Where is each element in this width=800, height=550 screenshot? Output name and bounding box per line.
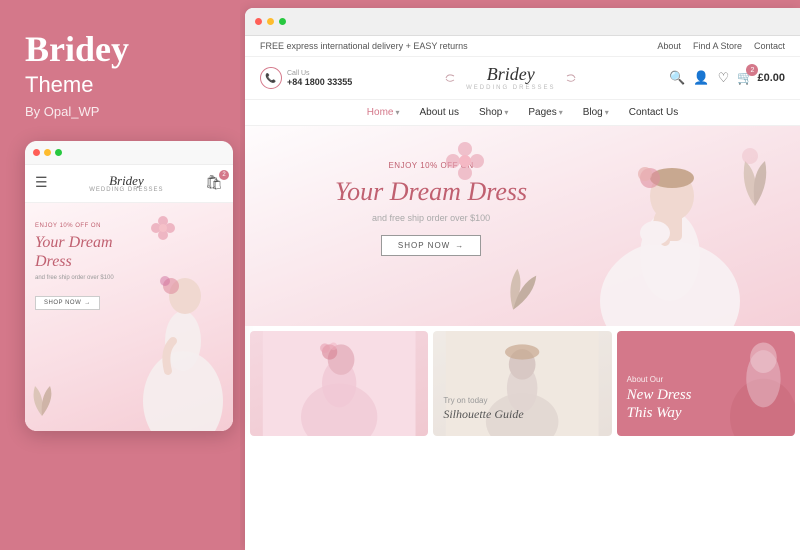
hero-floral-right: [730, 146, 780, 211]
mobile-logo: Bridey: [89, 174, 163, 187]
nav-pages-chevron: ▾: [559, 108, 563, 117]
mobile-hero-sub: and free ship order over $100: [35, 275, 114, 281]
hero-title: Your Dream Dress: [335, 176, 527, 207]
phone-number: +84 1800 33355: [287, 77, 352, 87]
hero-tag: ENJOY 10% OFF ON: [335, 161, 527, 170]
browser-dot-red: [255, 18, 262, 25]
card-2-overlay: Try on today Silhouette Guide: [443, 396, 523, 422]
search-icon[interactable]: 🔍: [669, 70, 685, 86]
left-panel: Bridey Theme By Opal_WP ☰ Bridey WEDDING…: [0, 0, 240, 550]
flower-deco-1: [148, 213, 178, 248]
logo-with-wings: Bridey WEDDING DRESSES: [445, 65, 576, 91]
account-icon[interactable]: 👤: [693, 70, 709, 86]
nav-blog-label: Blog: [583, 107, 603, 118]
phone-info: Call Us +84 1800 33355: [287, 70, 352, 87]
mobile-logo-sub: WEDDING DRESSES: [89, 187, 163, 193]
store-logo-text: Bridey WEDDING DRESSES: [466, 65, 555, 91]
mobile-shop-button[interactable]: SHOP NOW →: [35, 296, 100, 310]
dot-yellow: [44, 149, 51, 156]
dot-red: [33, 149, 40, 156]
nav-home-chevron: ▾: [395, 108, 399, 117]
hero-subtitle: and free ship order over $100: [335, 213, 527, 223]
hero-shop-button[interactable]: SHOP NOW →: [381, 235, 481, 256]
logo-tagline: WEDDING DRESSES: [466, 85, 555, 92]
nav-item-about[interactable]: About us: [419, 107, 458, 118]
card-3-overlay: About Our New DressThis Way: [627, 375, 692, 422]
mobile-hero-content: ENJOY 10% OFF ON Your Dream Dress and fr…: [35, 223, 114, 310]
mobile-header: ☰ Bridey WEDDING DRESSES 🛍 2: [25, 165, 233, 203]
phone-icon: 📞: [260, 67, 282, 89]
announcement-bar: FREE express international delivery + EA…: [245, 36, 800, 57]
nav-blog-chevron: ▾: [605, 108, 609, 117]
nav-home-label: Home: [367, 107, 394, 118]
mobile-cart-icon[interactable]: 🛍 2: [205, 175, 223, 192]
announcement-link-contact[interactable]: Contact: [754, 41, 785, 51]
nav-about-label: About us: [419, 107, 458, 118]
card-3-label: About Our: [627, 375, 692, 384]
dot-green: [55, 149, 62, 156]
nav-item-blog[interactable]: Blog ▾: [583, 107, 609, 118]
store-header: 📞 Call Us +84 1800 33355 Bridey WEDDIN: [245, 57, 800, 100]
mobile-logo-wrap: Bridey WEDDING DRESSES: [89, 174, 163, 193]
hero-section: ENJOY 10% OFF ON Your Dream Dress and fr…: [245, 126, 800, 326]
card-2-title: Silhouette Guide: [443, 407, 523, 422]
browser-titlebar: [245, 8, 800, 36]
announcement-links: About Find A Store Contact: [657, 41, 785, 51]
hamburger-icon: ☰: [35, 175, 48, 192]
announcement-link-about[interactable]: About: [657, 41, 681, 51]
nav-shop-chevron: ▾: [504, 108, 508, 117]
nav-item-shop[interactable]: Shop ▾: [479, 107, 508, 118]
phone-label: Call Us: [287, 70, 352, 77]
header-icons: 🔍 👤 ♡ 🛒 2 £0.00: [669, 69, 785, 87]
nav-item-pages[interactable]: Pages ▾: [528, 107, 562, 118]
nav-shop-label: Shop: [479, 107, 502, 118]
mobile-cart-badge: 2: [219, 170, 229, 180]
logo-text: Bridey: [466, 65, 555, 85]
cart-wrap[interactable]: 🛒 2 £0.00: [737, 69, 785, 87]
store-logo[interactable]: Bridey WEDDING DRESSES: [445, 65, 576, 91]
brand-by: By Opal_WP: [25, 104, 99, 119]
nav-bar: Home ▾ About us Shop ▾ Pages ▾ Blog ▾ Co…: [245, 100, 800, 126]
nav-contact-label: Contact Us: [629, 107, 678, 118]
mobile-hero-tag: ENJOY 10% OFF ON: [35, 223, 114, 229]
product-card-2[interactable]: Try on today Silhouette Guide: [433, 331, 611, 436]
hero-text-content: ENJOY 10% OFF ON Your Dream Dress and fr…: [335, 161, 527, 255]
card-3-title: New DressThis Way: [627, 386, 692, 422]
cart-price: £0.00: [757, 72, 785, 84]
card-2-label: Try on today: [443, 396, 523, 405]
nav-pages-label: Pages: [528, 107, 556, 118]
bride-figure: [133, 231, 233, 431]
leaf-deco: [30, 381, 55, 421]
browser-content: FREE express international delivery + EA…: [245, 36, 800, 550]
mobile-mockup: ☰ Bridey WEDDING DRESSES 🛍 2: [25, 141, 233, 431]
mobile-titlebar: [25, 141, 233, 165]
brand-subtitle: Theme: [25, 72, 93, 98]
hero-flower-deco: [445, 141, 485, 186]
product-card-1[interactable]: [250, 331, 428, 436]
product-card-3[interactable]: About Our New DressThis Way: [617, 331, 795, 436]
browser-mockup: FREE express international delivery + EA…: [245, 8, 800, 550]
browser-dot-yellow: [267, 18, 274, 25]
cart-icon-container: 🛒 2: [737, 69, 753, 87]
browser-dot-green: [279, 18, 286, 25]
nav-item-home[interactable]: Home ▾: [367, 107, 400, 118]
header-phone: 📞 Call Us +84 1800 33355: [260, 67, 352, 89]
product-grid: Try on today Silhouette Guide About Our …: [245, 326, 800, 441]
mobile-hero: ENJOY 10% OFF ON Your Dream Dress and fr…: [25, 203, 233, 431]
brand-title: Bridey: [25, 30, 129, 70]
wishlist-icon[interactable]: ♡: [718, 70, 730, 86]
mobile-hero-title: Your Dream Dress: [35, 233, 114, 271]
announcement-text: FREE express international delivery + EA…: [260, 41, 468, 51]
nav-item-contact[interactable]: Contact Us: [629, 107, 678, 118]
announcement-link-store[interactable]: Find A Store: [693, 41, 742, 51]
